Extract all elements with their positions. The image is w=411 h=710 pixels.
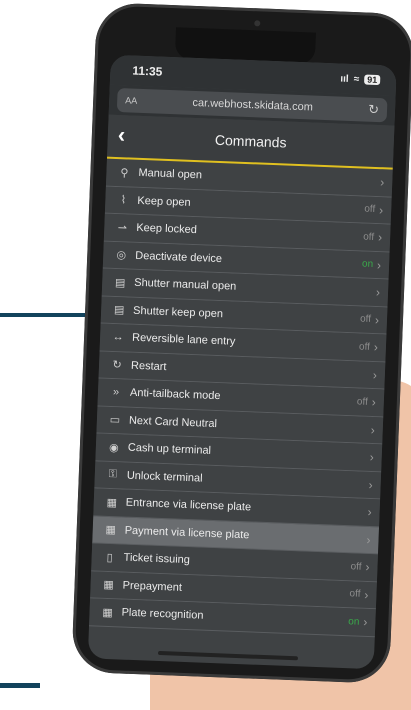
keep-locked-icon: ⇀ <box>117 221 128 235</box>
page-title: Commands <box>214 131 287 151</box>
payment-plate-icon: ▦ <box>105 524 117 537</box>
chevron-right-icon: › <box>364 587 369 602</box>
command-state: off <box>359 313 372 326</box>
ticket-icon: ▯ <box>106 551 113 564</box>
command-state: off <box>364 203 376 216</box>
chevron-right-icon: › <box>378 202 384 218</box>
license-plate-icon: ▦ <box>106 496 118 510</box>
chevron-right-icon: › <box>368 477 373 492</box>
card-icon: ▭ <box>109 414 121 427</box>
chevron-right-icon: › <box>369 450 374 465</box>
status-icons: ııl ≈ 91 <box>340 73 381 86</box>
command-label: Ticket issuing <box>123 551 191 567</box>
command-label: Keep locked <box>136 222 198 237</box>
back-icon[interactable]: ‹ <box>117 122 125 148</box>
command-label: Prepayment <box>122 579 183 594</box>
restart-icon: ↻ <box>112 359 122 372</box>
phone: 11:35 ııl ≈ 91 AA car.webhost.skidata.co… <box>71 2 411 684</box>
shutter-keep-icon: ▤ <box>113 304 125 317</box>
keep-open-icon: ⌇ <box>120 194 127 207</box>
command-state: off <box>356 396 369 408</box>
text-size-button[interactable]: AA <box>125 95 137 105</box>
chevron-right-icon: › <box>371 395 377 410</box>
status-time: 11:35 <box>132 63 163 79</box>
chevron-right-icon: › <box>373 340 379 355</box>
command-state: off <box>358 341 371 353</box>
shutter-icon: ▤ <box>114 276 126 290</box>
chevron-right-icon: › <box>372 367 378 382</box>
command-label: Reversible lane entry <box>131 331 236 348</box>
anti-tailback-icon: » <box>112 386 120 399</box>
chevron-right-icon: › <box>374 312 380 327</box>
deactivate-icon: ◎ <box>116 249 127 262</box>
command-state: off <box>349 588 361 600</box>
cash-up-icon: ◉ <box>108 441 119 455</box>
unlock-icon: ⚿ <box>108 468 118 481</box>
battery-icon: 91 <box>363 74 381 86</box>
chevron-right-icon: › <box>367 505 372 520</box>
command-list: ⚲ Manual open › ⌇ Keep open off › ⇀ Keep locked o… <box>89 158 393 637</box>
signal-icon: ııl <box>340 73 349 85</box>
command-state: on <box>361 258 374 271</box>
command-label: Shutter keep open <box>132 304 224 320</box>
plate-recognition-icon: ▦ <box>102 606 113 619</box>
command-state: off <box>363 231 375 243</box>
command-label: Deactivate device <box>135 249 223 265</box>
manual-open-icon: ⚲ <box>120 166 129 180</box>
command-label: Payment via license plate <box>124 524 250 542</box>
command-label: Anti-tailback mode <box>129 386 221 403</box>
reversible-lane-icon: ↔ <box>112 331 124 344</box>
chevron-right-icon: › <box>366 532 371 547</box>
chevron-right-icon: › <box>365 560 370 575</box>
command-label: Shutter manual open <box>133 277 237 293</box>
command-label: Plate recognition <box>121 606 204 622</box>
command-state: off <box>350 561 362 573</box>
home-indicator <box>157 650 299 661</box>
wifi-icon: ≈ <box>353 73 360 85</box>
url-text: car.webhost.skidata.com <box>192 96 314 114</box>
command-label: Manual open <box>138 167 203 182</box>
command-label: Cash up terminal <box>127 441 212 458</box>
chevron-right-icon: › <box>375 285 381 300</box>
brand-line-bottom <box>0 683 40 688</box>
chevron-right-icon: › <box>377 230 383 245</box>
command-label: Unlock terminal <box>126 469 203 485</box>
chevron-right-icon: › <box>363 615 368 630</box>
prepayment-icon: ▦ <box>103 579 115 592</box>
command-label: Keep open <box>137 194 191 209</box>
chevron-right-icon: › <box>370 422 376 437</box>
command-state: on <box>348 616 360 628</box>
command-label: Next Card Neutral <box>128 414 218 430</box>
reload-icon[interactable]: ↻ <box>368 102 379 118</box>
command-label: Restart <box>130 359 167 373</box>
chevron-right-icon: › <box>379 175 385 190</box>
camera-icon <box>254 20 261 27</box>
command-label: Entrance via license plate <box>125 496 252 514</box>
phone-screen: 11:35 ııl ≈ 91 AA car.webhost.skidata.co… <box>87 54 397 670</box>
chevron-right-icon: › <box>376 257 382 272</box>
